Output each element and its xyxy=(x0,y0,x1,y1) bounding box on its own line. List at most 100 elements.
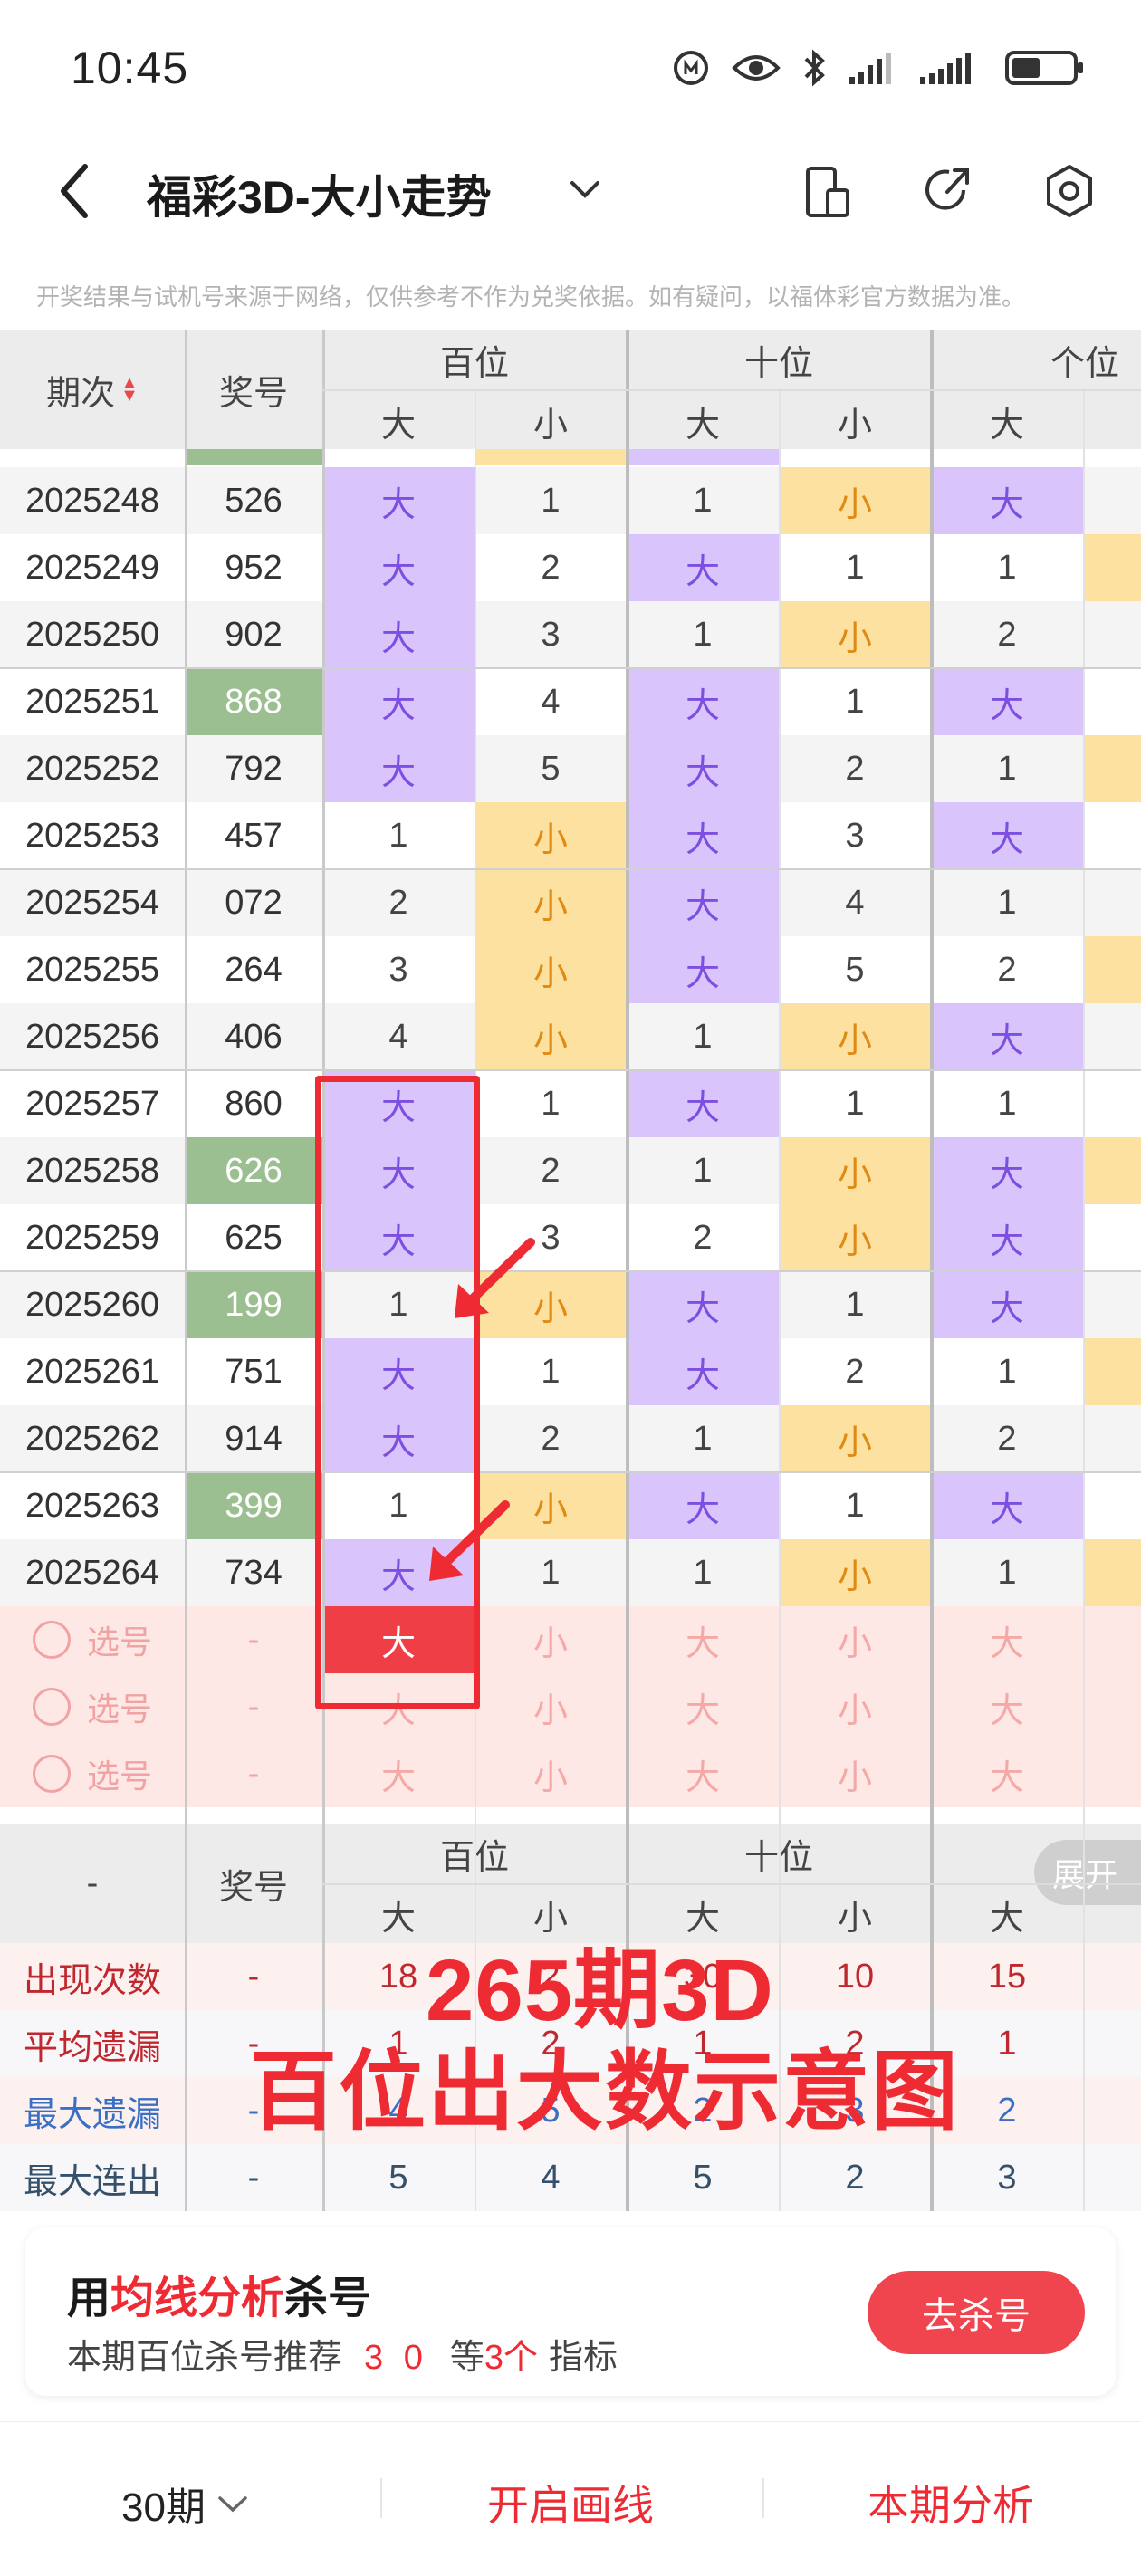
number-cell: 264 xyxy=(225,950,283,989)
group-header: 个位 xyxy=(1050,344,1119,383)
trend-cell: 大 xyxy=(931,1271,1083,1338)
trend-cell: 2 xyxy=(541,548,561,587)
partial-cell xyxy=(475,449,627,465)
back-arrow-icon[interactable] xyxy=(56,161,92,221)
offscreen-cell xyxy=(1083,802,1141,869)
analysis-button[interactable]: 本期分析 xyxy=(868,2473,1034,2533)
selection-cell[interactable]: 大 xyxy=(322,1740,475,1807)
period-cell: 2025250 xyxy=(25,615,159,654)
trend-cell: 1 xyxy=(388,816,408,855)
trend-cell: 2 xyxy=(693,1218,713,1257)
selection-cell[interactable]: 大 xyxy=(627,1606,779,1673)
selection-cell[interactable]: 小 xyxy=(475,1740,627,1807)
trend-cell: 大 xyxy=(627,1472,779,1539)
offscreen-cell xyxy=(1083,1539,1141,1606)
number-cell: 914 xyxy=(225,1419,283,1458)
divider xyxy=(380,2478,382,2518)
partial-cell xyxy=(627,449,779,465)
status-icons xyxy=(670,47,1083,89)
promo-title-highlight: 均线分析 xyxy=(110,2274,285,2322)
trend-cell: 大 xyxy=(627,735,779,802)
device-switch-icon[interactable] xyxy=(801,163,855,221)
number-cell: 625 xyxy=(225,1218,283,1257)
selection-cell[interactable]: 小 xyxy=(779,1673,931,1740)
number-cell: 868 xyxy=(185,668,322,735)
trend-cell: 大 xyxy=(627,869,779,936)
trend-cell: 大 xyxy=(931,668,1083,735)
selection-cell[interactable]: 大 xyxy=(931,1673,1083,1740)
kill-number-button[interactable]: 去杀号 xyxy=(868,2271,1085,2354)
chevron-down-icon[interactable] xyxy=(567,176,603,203)
selection-cell[interactable]: 大 xyxy=(931,1606,1083,1673)
selection-cell[interactable]: 小 xyxy=(779,1740,931,1807)
radio-circle-icon xyxy=(32,1755,71,1793)
offscreen-cell xyxy=(1083,534,1141,601)
stats-value: 2 xyxy=(845,2158,865,2197)
trend-cell: 2 xyxy=(541,1151,561,1190)
trend-cell: 大 xyxy=(931,802,1083,869)
sub-header: 小 xyxy=(837,406,872,445)
number-cell: 199 xyxy=(185,1271,322,1338)
promo-subtitle: 本期百位杀号推荐 3 0 等3个 指标 xyxy=(67,2329,618,2379)
selection-cell[interactable]: 大 xyxy=(931,1740,1083,1807)
trend-cell: 3 xyxy=(388,950,408,989)
trend-cell: 3 xyxy=(845,816,865,855)
trend-cell: 小 xyxy=(779,601,931,668)
period-cell: 2025263 xyxy=(25,1486,159,1525)
group-line xyxy=(0,868,1141,870)
selection-cell[interactable]: 大 xyxy=(627,1673,779,1740)
period-cell: 2025264 xyxy=(25,1553,159,1592)
group-line xyxy=(0,1270,1141,1272)
grid-line xyxy=(1083,389,1085,2211)
sub-header: 大 xyxy=(685,406,720,445)
stats-value: 15 xyxy=(987,1957,1027,1996)
sub-header: 小 xyxy=(532,406,568,445)
period-cell: 2025251 xyxy=(25,682,159,721)
stats-dash-cell: - xyxy=(247,1957,260,1996)
bottom-bar: 30期 开启画线 本期分析 xyxy=(0,2421,1141,2576)
selection-cell[interactable]: 小 xyxy=(475,1673,627,1740)
selection-cell[interactable]: 大 xyxy=(627,1740,779,1807)
settings-icon[interactable] xyxy=(1040,161,1099,221)
select-label: 选号 xyxy=(86,1757,152,1795)
expand-button[interactable]: 展开 xyxy=(1034,1840,1141,1905)
trend-cell: 大 xyxy=(627,1338,779,1405)
select-number-button[interactable]: 选号 xyxy=(0,1740,185,1807)
trend-cell: 大 xyxy=(322,735,475,802)
page-title[interactable]: 福彩3D-大小走势 xyxy=(147,161,492,226)
draw-line-button[interactable]: 开启画线 xyxy=(487,2473,654,2533)
period-selector[interactable]: 30期 xyxy=(121,2475,249,2533)
trend-cell: 小 xyxy=(475,936,627,1003)
select-number-button[interactable]: 选号 xyxy=(0,1606,185,1673)
offscreen-cell xyxy=(1083,668,1141,735)
trend-cell: 大 xyxy=(931,467,1083,534)
promo-card[interactable]: 用均线分析杀号 本期百位杀号推荐 3 0 等3个 指标 去杀号 xyxy=(25,2227,1116,2396)
select-label: 选号 xyxy=(86,1623,152,1661)
period-cell: 2025261 xyxy=(25,1352,159,1391)
trend-cell: 大 xyxy=(627,668,779,735)
period-header-label: 期次 xyxy=(46,374,116,413)
select-number-button[interactable]: 选号 xyxy=(0,1673,185,1740)
share-icon[interactable] xyxy=(920,163,976,219)
stats-value: 3 xyxy=(997,2158,1017,2197)
alarm-icon xyxy=(674,51,708,85)
number-cell: 406 xyxy=(225,1017,283,1056)
stats-value: 5 xyxy=(388,2158,408,2197)
period-header[interactable]: 期次 ▲ ▼ xyxy=(0,330,185,449)
number-header: 奖号 xyxy=(218,374,288,413)
trend-cell: 4 xyxy=(541,682,561,721)
trend-cell: 1 xyxy=(693,1151,713,1190)
trend-cell: 1 xyxy=(693,1553,713,1592)
selection-cell[interactable]: 小 xyxy=(779,1606,931,1673)
number-cell: 860 xyxy=(225,1084,283,1123)
offscreen-cell xyxy=(1083,1472,1141,1539)
trend-cell: 1 xyxy=(541,481,561,520)
trend-cell: 大 xyxy=(931,1003,1083,1070)
trend-cell: 1 xyxy=(997,1352,1017,1391)
selection-dash: - xyxy=(247,1754,260,1793)
trend-cell: 1 xyxy=(541,1352,561,1391)
stats-dash-cell: - xyxy=(247,2158,260,2197)
selection-cell[interactable]: 小 xyxy=(475,1606,627,1673)
period-cell: 2025248 xyxy=(25,481,159,520)
trend-cell: 1 xyxy=(845,1285,865,1324)
